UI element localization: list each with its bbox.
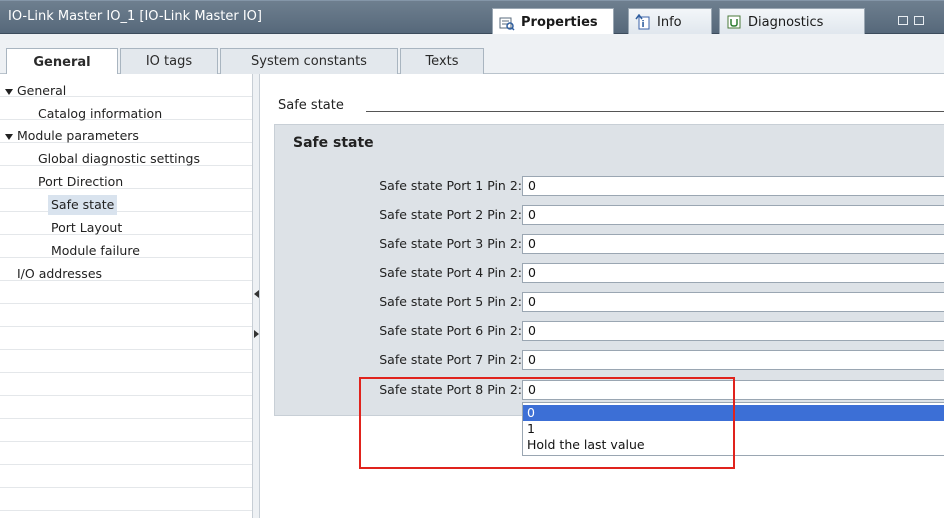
tab-io-tags-label: IO tags — [145, 54, 193, 69]
tree-item-label: Global diagnostic settings — [38, 151, 200, 166]
tree-item-general-label: General — [17, 83, 67, 98]
tree-row — [0, 465, 252, 488]
section-header: Safe state — [278, 98, 344, 113]
highlight-annotation-box — [359, 377, 735, 469]
expand-right-arrow-icon[interactable] — [254, 330, 259, 338]
properties-icon — [499, 15, 515, 31]
tree-item-label: Port Direction — [38, 174, 124, 189]
field-label-port-5: Safe state Port 5 Pin 2: — [379, 294, 522, 309]
window-title: IO-Link Master IO_1 [IO-Link Master IO] — [8, 9, 262, 24]
section-divider — [366, 111, 944, 112]
diagnostics-icon — [726, 14, 742, 30]
field-label-port-1: Safe state Port 1 Pin 2: — [379, 178, 522, 193]
field-label-port-3: Safe state Port 3 Pin 2: — [379, 236, 522, 251]
inspector-tab-bar: General IO tags System constants Texts — [0, 34, 944, 75]
tree-row — [0, 281, 252, 304]
tree-item-label: I/O addresses — [17, 266, 103, 281]
window-controls[interactable] — [884, 9, 944, 31]
tree-row — [0, 488, 252, 511]
restore-icon[interactable] — [898, 15, 908, 25]
tree-row — [0, 396, 252, 419]
expand-triangle-icon[interactable] — [5, 88, 13, 95]
field-label-port-4: Safe state Port 4 Pin 2: — [379, 265, 522, 280]
info-icon: i — [635, 13, 651, 30]
tab-general-label: General — [33, 54, 91, 70]
tree-item-port-direction[interactable]: Port Direction — [35, 172, 126, 192]
pane-splitter[interactable] — [252, 74, 260, 518]
tab-system-constants-label: System constants — [251, 54, 367, 69]
field-label-port-6: Safe state Port 6 Pin 2: — [379, 323, 522, 338]
tree-row — [0, 442, 252, 465]
safe-state-port-1-input[interactable]: 0 — [522, 176, 944, 196]
tab-texts[interactable]: Texts — [400, 48, 484, 74]
safe-state-port-4-input[interactable]: 0 — [522, 263, 944, 283]
tree-item-safe-state[interactable]: Safe state — [48, 195, 118, 215]
safe-state-port-5-input[interactable]: 0 — [522, 292, 944, 312]
tree-item-catalog-information[interactable]: Catalog information — [35, 104, 165, 124]
tree-item-module-failure[interactable]: Module failure — [48, 241, 143, 261]
tree-item-label: Module parameters — [17, 128, 139, 143]
navigation-tree: General Catalog information Module param… — [0, 74, 252, 518]
safe-state-port-2-input[interactable]: 0 — [522, 205, 944, 225]
tree-item-label: Module failure — [51, 243, 140, 258]
inspector-title-bar: IO-Link Master IO_1 [IO-Link Master IO] … — [0, 0, 944, 36]
safe-state-port-3-input[interactable]: 0 — [522, 234, 944, 254]
tab-diagnostics[interactable]: Diagnostics — [719, 8, 865, 35]
tree-item-port-layout[interactable]: Port Layout — [48, 218, 125, 238]
panel-title: Safe state — [293, 135, 374, 151]
tree-row — [0, 373, 252, 396]
tree-row — [0, 419, 252, 442]
tree-item-label: Port Layout — [51, 220, 123, 235]
tab-properties[interactable]: Properties — [492, 8, 614, 36]
tree-item-label: Safe state — [51, 197, 115, 212]
tree-item-label: Catalog information — [38, 106, 163, 121]
tree-item-general[interactable]: General — [2, 81, 69, 101]
tab-system-constants[interactable]: System constants — [220, 48, 398, 74]
tree-item-io-addresses[interactable]: I/O addresses — [14, 264, 105, 284]
tab-texts-label: Texts — [425, 54, 459, 69]
safe-state-port-7-input[interactable]: 0 — [522, 350, 944, 370]
safe-state-port-6-input[interactable]: 0 — [522, 321, 944, 341]
field-label-port-2: Safe state Port 2 Pin 2: — [379, 207, 522, 222]
tab-properties-label: Properties — [521, 15, 598, 30]
tab-io-tags[interactable]: IO tags — [120, 48, 218, 74]
tree-item-global-diagnostic-settings[interactable]: Global diagnostic settings — [35, 149, 203, 169]
tree-row — [0, 189, 252, 212]
tree-row — [0, 350, 252, 373]
tab-info-label: Info — [657, 14, 682, 30]
field-label-port-7: Safe state Port 7 Pin 2: — [379, 352, 522, 367]
svg-text:i: i — [642, 20, 645, 30]
tree-row — [0, 212, 252, 235]
tab-info[interactable]: i Info — [628, 8, 712, 35]
tree-row — [0, 304, 252, 327]
tree-row — [0, 327, 252, 350]
tab-general[interactable]: General — [6, 48, 118, 75]
layout-icon[interactable] — [914, 15, 924, 25]
expand-triangle-icon[interactable] — [5, 133, 13, 140]
tree-item-module-parameters[interactable]: Module parameters — [2, 126, 142, 146]
tab-diagnostics-label: Diagnostics — [748, 14, 824, 30]
collapse-left-arrow-icon[interactable] — [254, 290, 259, 298]
